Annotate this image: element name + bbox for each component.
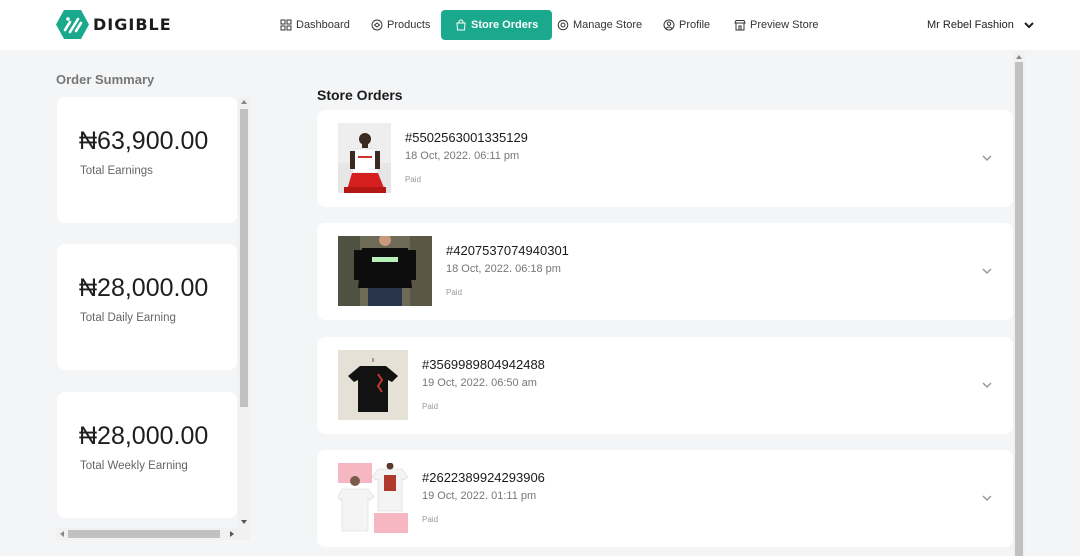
black-tshirt-on-hanger-photo xyxy=(338,350,408,420)
order-status: Paid xyxy=(446,288,463,297)
nav-products[interactable]: Products xyxy=(371,10,430,40)
total-weekly-earning-amount: ₦28,000.00 xyxy=(79,422,209,450)
order-card[interactable]: #2622389924293906 19 Oct, 2022. 01:11 pm… xyxy=(317,450,1013,547)
total-weekly-earning-label: Total Weekly Earning xyxy=(80,460,188,472)
dashboard-icon xyxy=(280,19,292,31)
order-status: Paid xyxy=(405,175,422,184)
nav-products-label: Products xyxy=(387,19,431,31)
nav-profile[interactable]: Profile xyxy=(663,10,710,40)
total-daily-earning-label: Total Daily Earning xyxy=(80,312,176,324)
manage-store-icon xyxy=(557,19,569,31)
order-card[interactable]: #3569989804942488 19 Oct, 2022. 06:50 am… xyxy=(317,337,1013,434)
nav-dashboard-label: Dashboard xyxy=(296,19,350,31)
preview-store-icon xyxy=(734,20,746,31)
order-date: 18 Oct, 2022. 06:11 pm xyxy=(405,150,520,162)
order-status: Paid xyxy=(422,402,439,411)
brand-name: DIGIBLE xyxy=(93,15,172,34)
total-earnings-label: Total Earnings xyxy=(80,165,153,177)
nav-preview-store[interactable]: Preview Store xyxy=(734,10,818,40)
store-orders-icon xyxy=(456,19,466,31)
summary-scroll-thumb[interactable] xyxy=(240,109,248,407)
summary-vertical-scrollbar[interactable] xyxy=(238,97,250,527)
total-daily-earning-amount: ₦28,000.00 xyxy=(79,274,209,302)
orders-vertical-scrollbar[interactable] xyxy=(1013,52,1025,556)
nav-dashboard[interactable]: Dashboard xyxy=(280,10,350,40)
digible-logo[interactable]: DIGIBLE xyxy=(56,9,172,40)
orders-scroll-thumb[interactable] xyxy=(1015,62,1023,556)
nav-store-orders-label: Store Orders xyxy=(471,19,539,31)
order-id: #4207537074940301 xyxy=(446,243,569,258)
digible-logo-icon xyxy=(56,10,89,39)
scroll-right-arrow[interactable] xyxy=(230,531,234,537)
order-card[interactable]: #5502563001335129 18 Oct, 2022. 06:11 pm… xyxy=(317,110,1013,207)
top-navbar: DIGIBLE Dashboard Products Store Orders … xyxy=(0,0,1080,50)
nav-manage-store[interactable]: Manage Store xyxy=(557,10,642,40)
total-earnings-amount: ₦63,900.00 xyxy=(79,127,209,155)
scroll-up-arrow[interactable] xyxy=(1016,55,1022,59)
person-in-black-tshirt-photo xyxy=(338,236,432,306)
order-summary-panel: ₦63,900.00 Total Earnings ₦28,000.00 Tot… xyxy=(56,97,250,540)
total-earnings-card: ₦63,900.00 Total Earnings xyxy=(57,97,237,223)
account-name: Mr Rebel Fashion xyxy=(927,19,1014,31)
order-status: Paid xyxy=(422,515,439,524)
order-card[interactable]: #4207537074940301 18 Oct, 2022. 06:18 pm… xyxy=(317,223,1013,320)
order-date: 19 Oct, 2022. 06:50 am xyxy=(422,377,537,389)
nav-profile-label: Profile xyxy=(679,19,711,31)
order-date: 18 Oct, 2022. 06:18 pm xyxy=(446,263,561,275)
profile-icon xyxy=(663,19,675,31)
nav-preview-store-label: Preview Store xyxy=(750,19,819,31)
account-menu[interactable]: Mr Rebel Fashion xyxy=(927,10,1035,40)
order-date: 19 Oct, 2022. 01:11 pm xyxy=(422,490,537,502)
chevron-down-icon[interactable] xyxy=(981,152,993,164)
order-summary-title: Order Summary xyxy=(56,72,155,87)
chevron-down-icon[interactable] xyxy=(981,265,993,277)
scroll-left-arrow[interactable] xyxy=(60,531,64,537)
total-weekly-earning-card: ₦28,000.00 Total Weekly Earning xyxy=(57,392,237,518)
chevron-down-icon[interactable] xyxy=(981,379,993,391)
summary-hscroll-thumb[interactable] xyxy=(68,530,220,538)
order-id: #2622389924293906 xyxy=(422,470,545,485)
order-id: #5502563001335129 xyxy=(405,130,528,145)
store-orders-title: Store Orders xyxy=(317,87,403,103)
scroll-down-arrow[interactable] xyxy=(241,520,247,524)
nav-manage-store-label: Manage Store xyxy=(573,19,643,31)
products-icon xyxy=(371,19,383,31)
chevron-down-icon[interactable] xyxy=(981,492,993,504)
summary-horizontal-scrollbar[interactable] xyxy=(56,528,250,540)
total-daily-earning-card: ₦28,000.00 Total Daily Earning xyxy=(57,244,237,370)
order-id: #3569989804942488 xyxy=(422,357,545,372)
white-tshirts-collage-photo xyxy=(338,463,408,533)
man-in-white-tshirt-photo xyxy=(338,123,391,193)
chevron-down-icon xyxy=(1024,22,1034,29)
scroll-up-arrow[interactable] xyxy=(241,100,247,104)
nav-store-orders[interactable]: Store Orders xyxy=(441,10,553,40)
